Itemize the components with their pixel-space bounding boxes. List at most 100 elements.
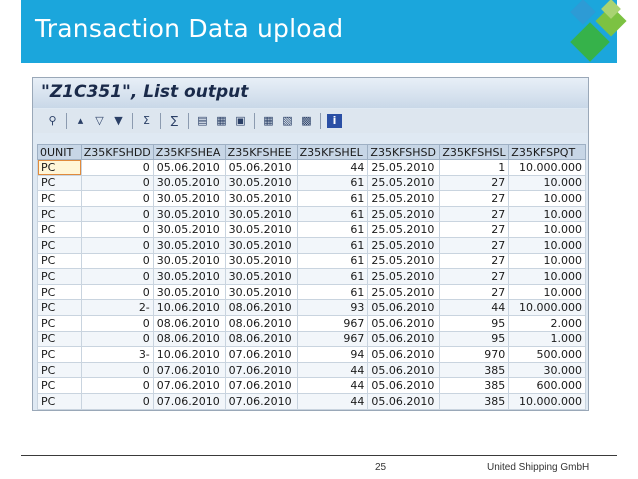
table-cell[interactable]: 08.06.2010 bbox=[152, 330, 226, 348]
table-cell[interactable]: 30.05.2010 bbox=[224, 236, 298, 254]
table-cell[interactable]: 07.06.2010 bbox=[224, 346, 298, 363]
table-cell[interactable]: 25.05.2010 bbox=[367, 221, 441, 238]
table-row[interactable]: PC 0 30.05.2010 30.05.2010 61 25.05.2010 27 10.… bbox=[37, 205, 586, 223]
table-cell[interactable]: 0 bbox=[80, 252, 154, 270]
table-cell[interactable]: 967 bbox=[296, 330, 369, 348]
subtotal-icon[interactable]: ∑ bbox=[167, 114, 182, 128]
table-cell[interactable]: 27 bbox=[439, 252, 510, 270]
table-cell[interactable]: 10.000 bbox=[508, 174, 586, 192]
word-processing-icon[interactable]: ▣ bbox=[233, 114, 248, 128]
table-row[interactable]: PC 0 05.06.2010 05.06.2010 44 25.05.2010 1 10.0… bbox=[37, 159, 586, 176]
details-icon[interactable]: ⚲ bbox=[45, 114, 60, 128]
table-row[interactable]: PC 0 30.05.2010 30.05.2010 61 25.05.2010 27 10.… bbox=[37, 190, 586, 207]
table-cell[interactable]: 25.05.2010 bbox=[367, 268, 441, 285]
table-cell[interactable]: 05.06.2010 bbox=[367, 314, 441, 332]
table-cell[interactable]: 0 bbox=[80, 268, 154, 285]
table-cell[interactable]: 07.06.2010 bbox=[224, 377, 298, 394]
table-cell[interactable]: 61 bbox=[296, 283, 369, 301]
table-row[interactable]: PC 0 30.05.2010 30.05.2010 61 25.05.2010 27 10.… bbox=[37, 268, 586, 285]
table-cell[interactable]: 0 bbox=[80, 283, 154, 301]
table-cell[interactable]: PC bbox=[37, 205, 82, 223]
table-cell[interactable]: 61 bbox=[296, 205, 369, 223]
table-cell[interactable]: PC bbox=[37, 236, 82, 254]
table-cell[interactable]: 94 bbox=[296, 346, 369, 363]
table-cell[interactable]: PC bbox=[37, 221, 82, 238]
table-cell[interactable]: 385 bbox=[439, 392, 510, 410]
table-cell[interactable]: 30.05.2010 bbox=[152, 283, 226, 301]
table-cell[interactable]: 07.06.2010 bbox=[224, 361, 298, 379]
table-cell[interactable]: 05.06.2010 bbox=[367, 346, 441, 363]
table-cell[interactable]: 25.05.2010 bbox=[367, 190, 441, 207]
table-cell[interactable]: 10.000 bbox=[508, 221, 586, 238]
table-cell[interactable]: 08.06.2010 bbox=[224, 299, 298, 316]
table-cell[interactable]: 05.06.2010 bbox=[152, 159, 226, 176]
table-cell[interactable]: PC bbox=[37, 299, 82, 316]
table-cell[interactable]: 30.05.2010 bbox=[152, 268, 226, 285]
table-cell[interactable]: 970 bbox=[439, 346, 510, 363]
column-header[interactable]: Z35KFSHEA bbox=[152, 144, 226, 160]
table-row[interactable]: PC 0 07.06.2010 07.06.2010 44 05.06.2010 385 60… bbox=[37, 377, 586, 394]
table-cell[interactable]: 30.05.2010 bbox=[224, 174, 298, 192]
table-row[interactable]: PC 2- 10.06.2010 08.06.2010 93 05.06.2010 44 10… bbox=[37, 299, 586, 316]
table-cell[interactable]: PC bbox=[37, 190, 82, 207]
table-cell[interactable]: 61 bbox=[296, 221, 369, 238]
table-cell[interactable]: 0 bbox=[80, 377, 154, 394]
table-cell[interactable]: 500.000 bbox=[508, 346, 586, 363]
table-cell[interactable]: 600.000 bbox=[508, 377, 586, 394]
table-cell[interactable]: PC bbox=[37, 174, 82, 192]
table-cell[interactable]: 08.06.2010 bbox=[224, 314, 298, 332]
table-cell[interactable]: 10.000 bbox=[508, 283, 586, 301]
save-layout-icon[interactable]: ▩ bbox=[299, 114, 314, 128]
table-row[interactable]: PC 0 30.05.2010 30.05.2010 61 25.05.2010 27 10.… bbox=[37, 252, 586, 270]
table-cell[interactable]: 61 bbox=[296, 236, 369, 254]
table-cell[interactable]: 30.05.2010 bbox=[224, 221, 298, 238]
table-cell[interactable]: 0 bbox=[80, 314, 154, 332]
table-cell[interactable]: 25.05.2010 bbox=[367, 174, 441, 192]
table-cell[interactable]: 10.000.000 bbox=[508, 392, 586, 410]
table-cell[interactable]: PC bbox=[37, 392, 82, 410]
table-cell[interactable]: 30.05.2010 bbox=[224, 190, 298, 207]
column-header[interactable]: Z35KFSPQT bbox=[508, 144, 586, 160]
table-cell[interactable]: 27 bbox=[439, 174, 510, 192]
table-cell[interactable]: 1.000 bbox=[508, 330, 586, 348]
table-row[interactable]: PC 3- 10.06.2010 07.06.2010 94 05.06.2010 970 5… bbox=[37, 346, 586, 363]
table-cell[interactable]: 08.06.2010 bbox=[152, 314, 226, 332]
table-cell[interactable]: 1 bbox=[439, 159, 510, 176]
table-cell[interactable]: 10.000 bbox=[508, 252, 586, 270]
table-cell[interactable]: 44 bbox=[296, 159, 369, 176]
table-cell[interactable]: 25.05.2010 bbox=[367, 205, 441, 223]
table-cell[interactable]: 05.06.2010 bbox=[367, 330, 441, 348]
table-cell[interactable]: 30.05.2010 bbox=[152, 174, 226, 192]
table-cell[interactable]: 05.06.2010 bbox=[367, 392, 441, 410]
table-cell[interactable]: 95 bbox=[439, 314, 510, 332]
table-cell[interactable]: 967 bbox=[296, 314, 369, 332]
table-cell[interactable]: 10.000.000 bbox=[508, 159, 586, 176]
table-cell[interactable]: 25.05.2010 bbox=[367, 159, 441, 176]
table-cell[interactable]: 30.05.2010 bbox=[152, 190, 226, 207]
export-icon[interactable]: ▤ bbox=[195, 114, 210, 128]
table-cell[interactable]: 07.06.2010 bbox=[152, 361, 226, 379]
table-cell[interactable]: 0 bbox=[80, 159, 154, 176]
table-cell[interactable]: 0 bbox=[80, 190, 154, 207]
spreadsheet-icon[interactable]: ▦ bbox=[214, 114, 229, 128]
table-cell[interactable]: 30.05.2010 bbox=[152, 205, 226, 223]
table-cell[interactable]: 0 bbox=[80, 221, 154, 238]
table-cell[interactable]: 385 bbox=[439, 361, 510, 379]
table-row[interactable]: PC 0 08.06.2010 08.06.2010 967 05.06.2010 95 1.… bbox=[37, 330, 586, 348]
table-cell[interactable]: 10.06.2010 bbox=[152, 346, 226, 363]
table-cell[interactable]: 08.06.2010 bbox=[224, 330, 298, 348]
table-cell[interactable]: 10.000 bbox=[508, 236, 586, 254]
table-cell[interactable]: 93 bbox=[296, 299, 369, 316]
table-cell[interactable]: PC bbox=[37, 159, 82, 176]
table-cell[interactable]: 61 bbox=[296, 252, 369, 270]
table-cell[interactable]: 10.06.2010 bbox=[152, 299, 226, 316]
table-row[interactable]: PC 0 30.05.2010 30.05.2010 61 25.05.2010 27 10.… bbox=[37, 174, 586, 192]
table-cell[interactable]: 05.06.2010 bbox=[367, 377, 441, 394]
table-cell[interactable]: 10.000 bbox=[508, 190, 586, 207]
table-cell[interactable]: 30.05.2010 bbox=[152, 252, 226, 270]
table-cell[interactable]: 07.06.2010 bbox=[152, 392, 226, 410]
information-icon[interactable]: i bbox=[327, 114, 342, 128]
table-cell[interactable]: PC bbox=[37, 361, 82, 379]
column-header[interactable]: 0UNIT bbox=[37, 144, 82, 160]
table-cell[interactable]: PC bbox=[37, 314, 82, 332]
